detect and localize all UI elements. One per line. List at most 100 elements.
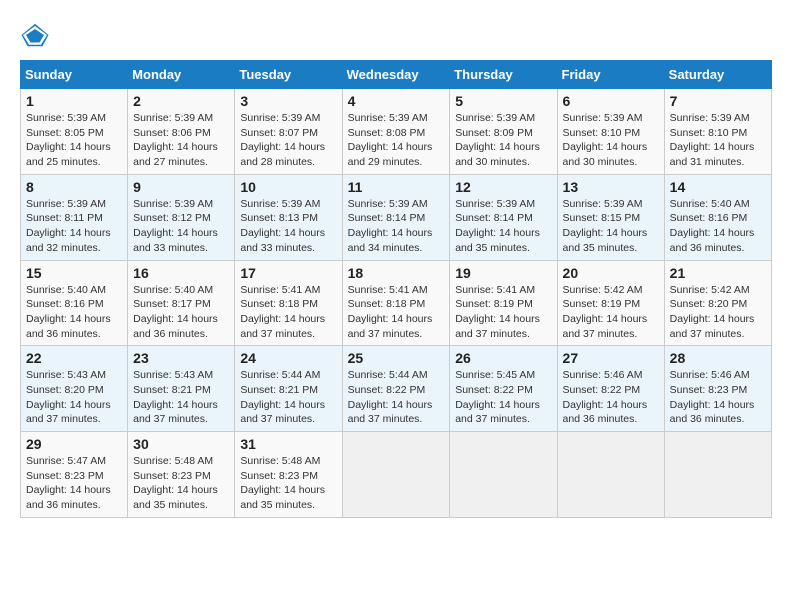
day-info: Sunrise: 5:44 AM Sunset: 8:21 PM Dayligh… — [240, 368, 336, 427]
day-header-friday: Friday — [557, 61, 664, 89]
calendar-cell: 29 Sunrise: 5:47 AM Sunset: 8:23 PM Dayli… — [21, 432, 128, 518]
calendar-cell: 10 Sunrise: 5:39 AM Sunset: 8:13 PM Dayli… — [235, 174, 342, 260]
day-number: 26 — [455, 350, 551, 366]
day-info: Sunrise: 5:40 AM Sunset: 8:17 PM Dayligh… — [133, 283, 229, 342]
day-info: Sunrise: 5:43 AM Sunset: 8:20 PM Dayligh… — [26, 368, 122, 427]
calendar-cell: 25 Sunrise: 5:44 AM Sunset: 8:22 PM Dayli… — [342, 346, 450, 432]
calendar-body: 1Sunrise: 5:39 AM Sunset: 8:05 PM Daylig… — [21, 89, 772, 518]
day-info: Sunrise: 5:39 AM Sunset: 8:08 PM Dayligh… — [348, 111, 445, 170]
calendar-cell: 19Sunrise: 5:41 AM Sunset: 8:19 PM Dayli… — [450, 260, 557, 346]
day-info: Sunrise: 5:39 AM Sunset: 8:09 PM Dayligh… — [455, 111, 551, 170]
calendar-header-row: SundayMondayTuesdayWednesdayThursdayFrid… — [21, 61, 772, 89]
day-info: Sunrise: 5:47 AM Sunset: 8:23 PM Dayligh… — [26, 454, 122, 513]
calendar-week-row: 8 Sunrise: 5:39 AM Sunset: 8:11 PM Daylig… — [21, 174, 772, 260]
day-header-monday: Monday — [128, 61, 235, 89]
calendar-cell: 12 Sunrise: 5:39 AM Sunset: 8:14 PM Dayli… — [450, 174, 557, 260]
page-header — [20, 20, 772, 50]
day-header-sunday: Sunday — [21, 61, 128, 89]
day-number: 27 — [563, 350, 659, 366]
day-info: Sunrise: 5:42 AM Sunset: 8:19 PM Dayligh… — [563, 283, 659, 342]
day-info: Sunrise: 5:41 AM Sunset: 8:18 PM Dayligh… — [348, 283, 445, 342]
day-number: 30 — [133, 436, 229, 452]
calendar-cell: 18 Sunrise: 5:41 AM Sunset: 8:18 PM Dayli… — [342, 260, 450, 346]
calendar-cell: 26 Sunrise: 5:45 AM Sunset: 8:22 PM Dayli… — [450, 346, 557, 432]
day-header-saturday: Saturday — [664, 61, 771, 89]
calendar-week-row: 22 Sunrise: 5:43 AM Sunset: 8:20 PM Dayli… — [21, 346, 772, 432]
day-number: 28 — [670, 350, 766, 366]
calendar-week-row: 29 Sunrise: 5:47 AM Sunset: 8:23 PM Dayli… — [21, 432, 772, 518]
day-info: Sunrise: 5:41 AM Sunset: 8:19 PM Dayligh… — [455, 283, 551, 342]
day-info: Sunrise: 5:45 AM Sunset: 8:22 PM Dayligh… — [455, 368, 551, 427]
calendar-cell: 30 Sunrise: 5:48 AM Sunset: 8:23 PM Dayli… — [128, 432, 235, 518]
calendar-cell: 15 Sunrise: 5:40 AM Sunset: 8:16 PM Dayli… — [21, 260, 128, 346]
day-header-wednesday: Wednesday — [342, 61, 450, 89]
day-number: 12 — [455, 179, 551, 195]
calendar-cell: 14Sunrise: 5:40 AM Sunset: 8:16 PM Dayli… — [664, 174, 771, 260]
day-info: Sunrise: 5:39 AM Sunset: 8:07 PM Dayligh… — [240, 111, 336, 170]
calendar-cell: 24 Sunrise: 5:44 AM Sunset: 8:21 PM Dayli… — [235, 346, 342, 432]
day-info: Sunrise: 5:43 AM Sunset: 8:21 PM Dayligh… — [133, 368, 229, 427]
day-number: 16 — [133, 265, 229, 281]
calendar-cell — [664, 432, 771, 518]
day-number: 13 — [563, 179, 659, 195]
day-number: 8 — [26, 179, 122, 195]
calendar-cell: 6Sunrise: 5:39 AM Sunset: 8:10 PM Daylig… — [557, 89, 664, 175]
day-info: Sunrise: 5:39 AM Sunset: 8:11 PM Dayligh… — [26, 197, 122, 256]
day-info: Sunrise: 5:39 AM Sunset: 8:05 PM Dayligh… — [26, 111, 122, 170]
calendar-week-row: 1Sunrise: 5:39 AM Sunset: 8:05 PM Daylig… — [21, 89, 772, 175]
day-number: 25 — [348, 350, 445, 366]
calendar-cell: 9 Sunrise: 5:39 AM Sunset: 8:12 PM Daylig… — [128, 174, 235, 260]
day-number: 9 — [133, 179, 229, 195]
day-info: Sunrise: 5:46 AM Sunset: 8:23 PM Dayligh… — [670, 368, 766, 427]
day-info: Sunrise: 5:46 AM Sunset: 8:22 PM Dayligh… — [563, 368, 659, 427]
day-number: 10 — [240, 179, 336, 195]
day-number: 2 — [133, 93, 229, 109]
calendar-cell: 11Sunrise: 5:39 AM Sunset: 8:14 PM Dayli… — [342, 174, 450, 260]
calendar-cell: 27 Sunrise: 5:46 AM Sunset: 8:22 PM Dayli… — [557, 346, 664, 432]
calendar-cell: 23 Sunrise: 5:43 AM Sunset: 8:21 PM Dayli… — [128, 346, 235, 432]
calendar-cell: 7 Sunrise: 5:39 AM Sunset: 8:10 PM Daylig… — [664, 89, 771, 175]
day-number: 23 — [133, 350, 229, 366]
day-info: Sunrise: 5:44 AM Sunset: 8:22 PM Dayligh… — [348, 368, 445, 427]
calendar-cell: 28 Sunrise: 5:46 AM Sunset: 8:23 PM Dayli… — [664, 346, 771, 432]
day-number: 18 — [348, 265, 445, 281]
day-info: Sunrise: 5:39 AM Sunset: 8:10 PM Dayligh… — [670, 111, 766, 170]
day-info: Sunrise: 5:48 AM Sunset: 8:23 PM Dayligh… — [133, 454, 229, 513]
day-info: Sunrise: 5:39 AM Sunset: 8:10 PM Dayligh… — [563, 111, 659, 170]
day-number: 11 — [348, 179, 445, 195]
calendar-cell: 22 Sunrise: 5:43 AM Sunset: 8:20 PM Dayli… — [21, 346, 128, 432]
calendar-cell: 2 Sunrise: 5:39 AM Sunset: 8:06 PM Daylig… — [128, 89, 235, 175]
day-info: Sunrise: 5:39 AM Sunset: 8:13 PM Dayligh… — [240, 197, 336, 256]
day-info: Sunrise: 5:39 AM Sunset: 8:06 PM Dayligh… — [133, 111, 229, 170]
day-header-thursday: Thursday — [450, 61, 557, 89]
day-number: 22 — [26, 350, 122, 366]
day-header-tuesday: Tuesday — [235, 61, 342, 89]
day-number: 20 — [563, 265, 659, 281]
calendar-cell: 21Sunrise: 5:42 AM Sunset: 8:20 PM Dayli… — [664, 260, 771, 346]
day-info: Sunrise: 5:40 AM Sunset: 8:16 PM Dayligh… — [26, 283, 122, 342]
calendar-cell: 17Sunrise: 5:41 AM Sunset: 8:18 PM Dayli… — [235, 260, 342, 346]
day-info: Sunrise: 5:39 AM Sunset: 8:15 PM Dayligh… — [563, 197, 659, 256]
day-number: 17 — [240, 265, 336, 281]
day-info: Sunrise: 5:48 AM Sunset: 8:23 PM Dayligh… — [240, 454, 336, 513]
day-info: Sunrise: 5:39 AM Sunset: 8:14 PM Dayligh… — [455, 197, 551, 256]
calendar-cell — [450, 432, 557, 518]
day-number: 29 — [26, 436, 122, 452]
calendar-table: SundayMondayTuesdayWednesdayThursdayFrid… — [20, 60, 772, 518]
calendar-cell: 8 Sunrise: 5:39 AM Sunset: 8:11 PM Daylig… — [21, 174, 128, 260]
day-number: 24 — [240, 350, 336, 366]
calendar-cell: 3 Sunrise: 5:39 AM Sunset: 8:07 PM Daylig… — [235, 89, 342, 175]
calendar-cell — [342, 432, 450, 518]
calendar-week-row: 15 Sunrise: 5:40 AM Sunset: 8:16 PM Dayli… — [21, 260, 772, 346]
day-info: Sunrise: 5:39 AM Sunset: 8:12 PM Dayligh… — [133, 197, 229, 256]
logo-icon — [20, 20, 50, 50]
day-number: 21 — [670, 265, 766, 281]
day-number: 4 — [348, 93, 445, 109]
calendar-cell: 20 Sunrise: 5:42 AM Sunset: 8:19 PM Dayli… — [557, 260, 664, 346]
logo — [20, 20, 54, 50]
day-number: 15 — [26, 265, 122, 281]
day-number: 3 — [240, 93, 336, 109]
calendar-cell: 16 Sunrise: 5:40 AM Sunset: 8:17 PM Dayli… — [128, 260, 235, 346]
day-number: 7 — [670, 93, 766, 109]
calendar-cell: 31Sunrise: 5:48 AM Sunset: 8:23 PM Dayli… — [235, 432, 342, 518]
